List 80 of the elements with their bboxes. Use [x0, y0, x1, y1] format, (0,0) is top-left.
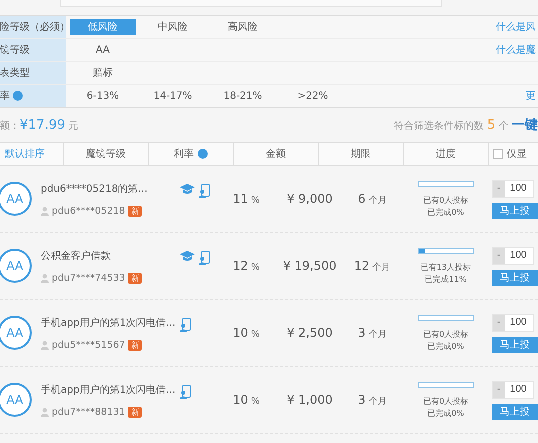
progress-bar — [418, 315, 474, 321]
username: pdu6****05218 — [52, 206, 126, 216]
loan-amount: ¥ 1,000 — [286, 393, 334, 407]
filter-label: 率 — [0, 85, 66, 107]
filter-option[interactable]: 赔标 — [70, 65, 136, 81]
amount-stepper[interactable]: - 100 — [492, 380, 534, 398]
minus-button[interactable]: - — [493, 248, 505, 264]
filter-label: 险等级（必须） — [0, 16, 66, 38]
filter-option[interactable]: >22% — [280, 88, 346, 104]
minus-button[interactable]: - — [493, 314, 505, 330]
grade-badge: AA — [0, 249, 32, 283]
progress-bar — [418, 248, 474, 254]
completion-text: 已完成0% — [428, 343, 464, 351]
interest-rate: 10 % — [232, 393, 261, 407]
username: pdu7****74533 — [52, 272, 126, 284]
grade-badge: AA — [0, 182, 32, 216]
loan-amount: ¥ 9,000 — [286, 192, 334, 206]
username: pdu5****51567 — [52, 340, 126, 350]
filter-option[interactable]: 6-13% — [70, 88, 136, 104]
progress-bar — [418, 181, 474, 187]
completion-text: 已完成0% — [428, 410, 464, 418]
loan-amount: ¥ 2,500 — [286, 326, 334, 340]
bidder-count: 已有0人投标 — [423, 331, 469, 339]
new-tag: 新 — [128, 206, 142, 216]
balance-amount: ¥17.99 — [20, 118, 66, 132]
minus-button[interactable]: - — [493, 382, 505, 398]
bidder-count: 已有13人投标 — [420, 264, 472, 272]
user-icon — [41, 274, 49, 282]
loan-term: 6 个月 — [357, 192, 388, 206]
filter-option[interactable]: 14-17% — [140, 88, 206, 104]
filter-label: 表类型 — [0, 62, 66, 84]
filter-option[interactable]: 高风险 — [210, 19, 276, 35]
count-value: 5 — [487, 118, 496, 133]
bulk-action-link[interactable]: 一键 — [512, 118, 538, 133]
column-header: 进度 — [436, 148, 456, 161]
completion-text: 已完成11% — [425, 276, 467, 284]
loan-term: 12 个月 — [353, 258, 392, 274]
amount-stepper[interactable]: - 100 — [492, 246, 534, 264]
loan-title[interactable]: 手机app用户的第1次闪电借... — [41, 382, 180, 396]
amount-stepper[interactable]: - 100 — [492, 314, 534, 332]
column-header: 仅显 — [507, 148, 527, 161]
loan-title[interactable]: pdu6****05218的第... — [41, 182, 180, 196]
count-unit: 个 — [498, 121, 509, 132]
bidder-count: 已有0人投标 — [423, 197, 469, 205]
interest-rate: 11 % — [232, 192, 261, 206]
balance-unit: 元 — [68, 120, 79, 132]
loan-title[interactable]: 手机app用户的第1次闪电借... — [41, 316, 180, 330]
column-header: 魔镜等级 — [86, 148, 126, 161]
help-icon[interactable] — [13, 91, 23, 101]
username: pdu7****88131 — [52, 406, 126, 418]
user-icon — [41, 408, 49, 416]
column-header: 金额 — [266, 148, 286, 161]
loan-amount: ¥ 19,500 — [282, 259, 338, 273]
filter-option[interactable]: AA — [70, 42, 136, 58]
help-icon[interactable] — [198, 149, 208, 159]
new-tag: 新 — [128, 340, 142, 350]
column-header: 期限 — [351, 148, 371, 161]
new-tag: 新 — [128, 406, 142, 418]
loan-title[interactable]: 公积金客户借款 — [41, 248, 180, 262]
progress-bar — [418, 382, 474, 388]
column-header: 利率 — [174, 148, 194, 161]
checkbox[interactable] — [493, 149, 503, 159]
user-icon — [41, 340, 49, 350]
loan-term: 3 个月 — [357, 392, 388, 408]
interest-rate: 12 % — [232, 259, 261, 273]
minus-button[interactable]: - — [493, 180, 505, 196]
grade-badge: AA — [0, 383, 32, 417]
bidder-count: 已有0人投标 — [423, 398, 469, 406]
new-tag: 新 — [128, 272, 142, 284]
count-label: 符合筛选条件标的数 — [394, 121, 484, 132]
loan-term: 3 个月 — [357, 326, 388, 340]
filter-option[interactable]: 中风险 — [140, 19, 206, 35]
interest-rate: 10 % — [232, 326, 261, 340]
balance-label: 额： — [0, 120, 20, 132]
amount-stepper[interactable]: - 100 — [492, 180, 534, 198]
filter-label: 镜等级 — [0, 39, 66, 61]
user-icon — [41, 206, 49, 216]
grade-badge: AA — [0, 316, 32, 350]
filter-option[interactable]: 18-21% — [210, 88, 276, 104]
completion-text: 已完成0% — [428, 209, 464, 217]
